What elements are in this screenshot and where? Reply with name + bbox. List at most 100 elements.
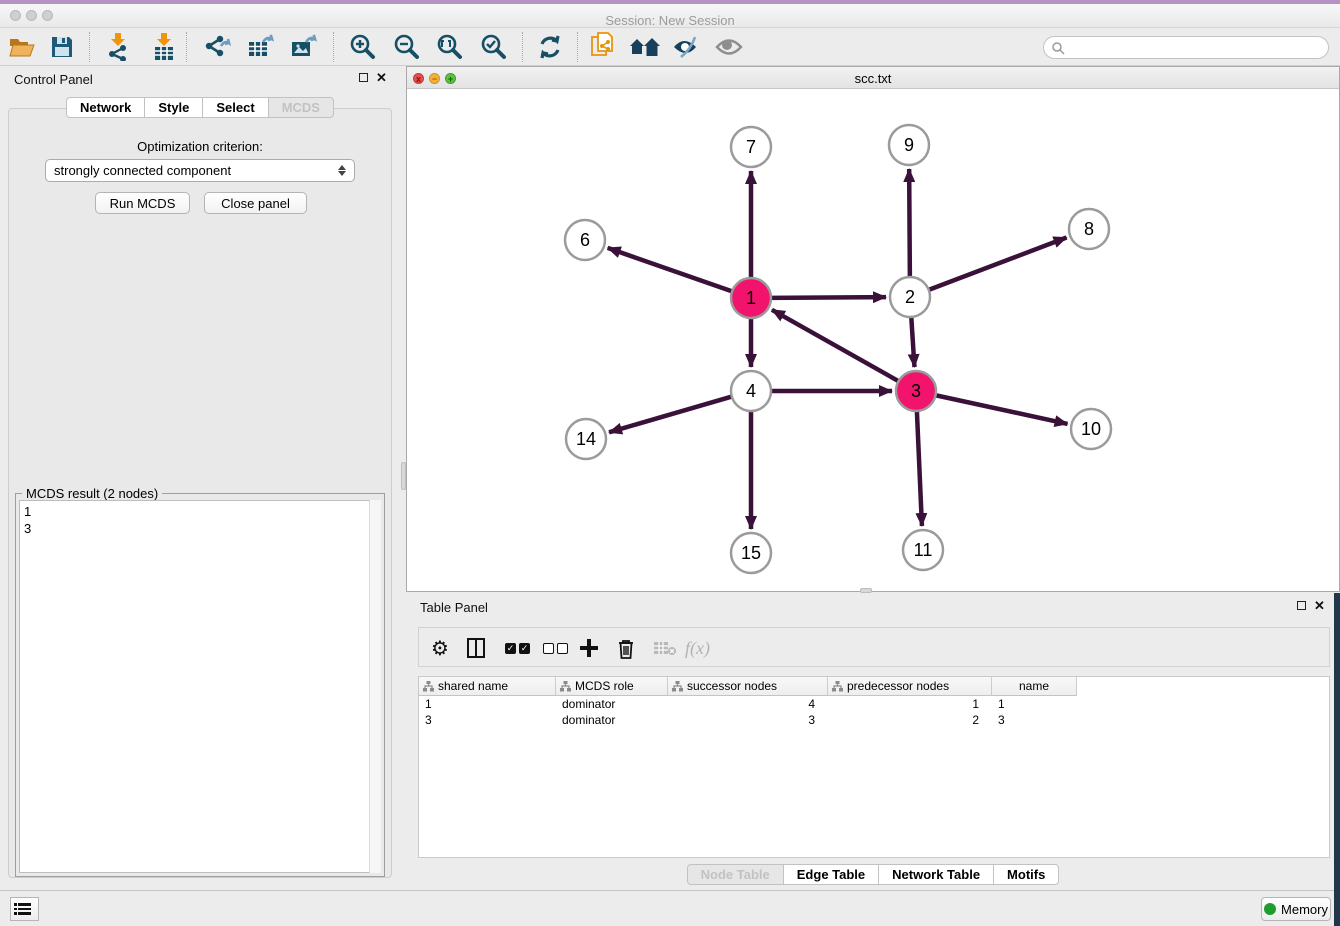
mcds-panel: Optimization criterion: strongly connect… [8, 108, 392, 878]
deselect-all-rows-icon[interactable] [543, 634, 568, 662]
cell-name[interactable]: 1 [992, 696, 1077, 712]
criterion-dropdown[interactable]: strongly connected component [45, 159, 355, 182]
tab-node-table[interactable]: Node Table [687, 864, 784, 885]
graph-node-11[interactable]: 11 [903, 530, 943, 570]
export-image-icon[interactable] [288, 33, 322, 61]
table-panel-close-icon[interactable]: ✕ [1314, 601, 1325, 610]
column-layout-icon[interactable] [467, 634, 485, 662]
graph-node-label: 15 [741, 543, 761, 563]
mcds-result-scrollbar[interactable] [369, 500, 381, 873]
desktop-edge-strip [1334, 593, 1340, 926]
graph-node-label: 1 [746, 288, 756, 308]
cell-predecessor_nodes[interactable]: 1 [828, 696, 992, 712]
panel-splitter-handle[interactable] [860, 588, 872, 593]
graph-edge-3-1[interactable] [772, 310, 899, 381]
column-header-shared-name[interactable]: shared name [419, 677, 556, 696]
function-builder-icon[interactable]: f(x) [685, 634, 710, 662]
show-graphics-details-icon[interactable] [712, 33, 746, 61]
cell-successor_nodes[interactable]: 4 [668, 696, 828, 712]
column-header-MCDS-role[interactable]: MCDS role [556, 677, 668, 696]
zoom-selected-icon[interactable] [476, 33, 510, 61]
graph-edge-2-3[interactable] [911, 317, 914, 367]
network-canvas[interactable]: 7 9 6 8 1 2 4 3 14 10 15 11 [407, 89, 1339, 591]
toolbar-separator [186, 32, 187, 62]
tab-network[interactable]: Network [66, 97, 145, 118]
network-window-titlebar[interactable]: x − + scc.txt [407, 67, 1339, 89]
network-view-window: x − + scc.txt 7 9 6 8 1 2 4 3 14 10 15 11 [406, 66, 1340, 592]
cell-successor_nodes[interactable]: 3 [668, 712, 828, 728]
cell-mcds_role[interactable]: dominator [556, 712, 668, 728]
panel-splitter-handle[interactable] [401, 462, 406, 490]
cell-shared_name[interactable]: 1 [419, 696, 556, 712]
graph-node-4[interactable]: 4 [731, 371, 771, 411]
control-panel-close-icon[interactable]: ✕ [376, 73, 387, 82]
graph-edge-2-8[interactable] [929, 238, 1067, 290]
graph-edge-3-11[interactable] [917, 411, 922, 526]
control-panel-float-icon[interactable] [359, 73, 368, 82]
tab-motifs[interactable]: Motifs [993, 864, 1059, 885]
graph-node-15[interactable]: 15 [731, 533, 771, 573]
add-column-icon[interactable] [579, 634, 599, 662]
table-panel-float-icon[interactable] [1297, 601, 1306, 610]
memory-label: Memory [1281, 902, 1328, 917]
select-all-rows-icon[interactable]: ✓✓ [505, 634, 530, 662]
tab-style[interactable]: Style [144, 97, 203, 118]
tab-select[interactable]: Select [202, 97, 268, 118]
tab-edge-table[interactable]: Edge Table [783, 864, 879, 885]
search-input[interactable] [1065, 40, 1315, 56]
column-header-name[interactable]: name [992, 677, 1077, 696]
table-row[interactable]: 3dominator323 [419, 712, 1077, 728]
toolbar-separator [577, 32, 578, 62]
refresh-view-icon[interactable] [533, 33, 567, 61]
column-header-predecessor-nodes[interactable]: predecessor nodes [828, 677, 992, 696]
close-panel-button[interactable]: Close panel [204, 192, 307, 214]
graph-node-8[interactable]: 8 [1069, 209, 1109, 249]
graph-node-9[interactable]: 9 [889, 125, 929, 165]
graph-node-1[interactable]: 1 [731, 278, 771, 318]
zoom-out-icon[interactable] [389, 33, 423, 61]
tab-mcds[interactable]: MCDS [268, 97, 334, 118]
delete-column-icon[interactable] [617, 634, 635, 662]
graph-node-3[interactable]: 3 [896, 371, 936, 411]
save-session-icon[interactable] [45, 33, 79, 61]
export-table-icon[interactable] [245, 33, 279, 61]
home-icon[interactable] [628, 33, 662, 61]
duplicate-network-icon[interactable] [586, 33, 620, 61]
zoom-in-icon[interactable] [345, 33, 379, 61]
list-icon [18, 903, 31, 915]
run-mcds-button[interactable]: Run MCDS [95, 192, 190, 214]
hierarchy-icon [423, 681, 434, 692]
graph-edge-1-6[interactable] [608, 248, 732, 291]
cell-shared_name[interactable]: 3 [419, 712, 556, 728]
delete-table-icon[interactable] [653, 634, 677, 662]
mcds-result-textarea[interactable]: 1 3 [19, 500, 381, 873]
graph-node-label: 10 [1081, 419, 1101, 439]
cell-mcds_role[interactable]: dominator [556, 696, 668, 712]
zoom-fit-icon[interactable] [432, 33, 466, 61]
graph-node-7[interactable]: 7 [731, 127, 771, 167]
graph-node-label: 11 [914, 540, 933, 560]
graph-edge-3-10[interactable] [936, 395, 1068, 424]
memory-button[interactable]: Memory [1261, 897, 1331, 921]
import-network-icon[interactable] [101, 33, 135, 61]
graph-edge-2-9[interactable] [909, 169, 910, 277]
export-network-icon[interactable] [201, 33, 235, 61]
table-settings-icon[interactable]: ⚙ [431, 634, 449, 662]
graph-edge-1-2[interactable] [771, 297, 886, 298]
cell-predecessor_nodes[interactable]: 2 [828, 712, 992, 728]
graph-node-label: 6 [580, 230, 590, 250]
column-header-successor-nodes[interactable]: successor nodes [668, 677, 828, 696]
open-session-icon[interactable] [5, 33, 39, 61]
toolbar-search-field[interactable] [1043, 36, 1329, 59]
hide-graphics-details-icon[interactable] [669, 33, 703, 61]
tab-network-table[interactable]: Network Table [878, 864, 994, 885]
task-history-button[interactable] [10, 897, 39, 921]
graph-node-10[interactable]: 10 [1071, 409, 1111, 449]
table-row[interactable]: 1dominator411 [419, 696, 1077, 712]
import-table-icon[interactable] [147, 33, 181, 61]
graph-node-14[interactable]: 14 [566, 419, 606, 459]
graph-edge-4-14[interactable] [609, 397, 732, 433]
graph-node-6[interactable]: 6 [565, 220, 605, 260]
cell-name[interactable]: 3 [992, 712, 1077, 728]
graph-node-2[interactable]: 2 [890, 277, 930, 317]
